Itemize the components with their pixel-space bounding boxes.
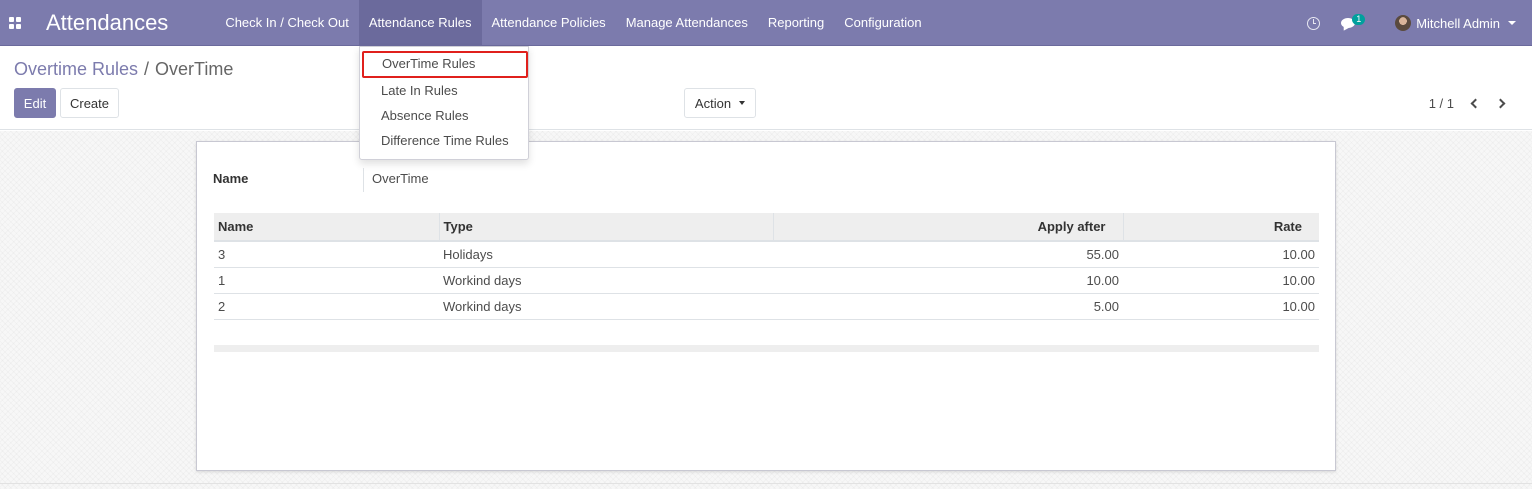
navbar-systray: 1 Mitchell Admin [1307,0,1532,46]
action-label: Action [694,95,732,111]
menu-reporting[interactable]: Reporting [758,0,834,46]
menu-check-in-check-out[interactable]: Check In / Check Out [215,0,359,46]
chevron-left-icon [1470,98,1481,108]
user-name: Mitchell Admin [1416,15,1500,31]
pager-previous-button[interactable] [1466,94,1482,112]
menu-attendance-policies[interactable]: Attendance Policies [482,0,616,46]
dropdown-item-difference-time-rules[interactable]: Difference Time Rules [361,128,527,153]
control-panel: Overtime Rules / OverTime Edit Create Ac… [0,46,1532,130]
cell-apply-after: 5.00 [773,293,1123,320]
cell-name: 2 [214,293,439,320]
form-sheet: Name OverTime Name Type Apply after Rate… [196,141,1336,471]
cell-apply-after: 10.00 [773,267,1123,294]
caret-down-icon [739,101,746,105]
cell-rate: 10.00 [1123,293,1319,320]
apps-icon [9,16,21,29]
table-footer [214,345,1319,352]
cell-name: 3 [214,241,439,268]
breadcrumb-separator: / [144,59,150,79]
table-row[interactable]: 3 Holidays 55.00 10.00 [214,241,1319,268]
cell-type: Holidays [439,241,773,268]
cell-apply-after: 55.00 [773,241,1123,268]
top-navbar: Attendances Check In / Check Out Attenda… [0,0,1532,46]
pager-value: 1 / 1 [1428,96,1454,111]
table-header-row: Name Type Apply after Rate [214,213,1319,241]
app-title: Attendances [46,9,169,35]
table-row[interactable]: 2 Workind days 5.00 10.00 [214,293,1319,320]
menu-configuration[interactable]: Configuration [834,0,931,46]
user-menu[interactable]: Mitchell Admin [1395,15,1516,31]
bottom-divider [0,483,1532,484]
table-row[interactable]: 1 Workind days 10.00 10.00 [214,267,1319,294]
breadcrumb-current: OverTime [155,59,234,79]
cell-rate: 10.00 [1123,267,1319,294]
breadcrumb: Overtime Rules / OverTime [14,59,233,80]
chevron-right-icon [1495,98,1506,108]
breadcrumb-parent-link[interactable]: Overtime Rules [14,59,138,80]
cell-rate: 10.00 [1123,241,1319,268]
name-field-label: Name [213,171,249,186]
cell-type: Workind days [439,267,773,294]
clock-icon[interactable] [1307,16,1321,30]
cell-type: Workind days [439,293,773,320]
apps-menu-button[interactable] [0,0,30,46]
messaging-button[interactable]: 1 [1340,14,1366,32]
attendance-rules-dropdown: OverTime Rules Late In Rules Absence Rul… [359,46,529,160]
menu-manage-attendances[interactable]: Manage Attendances [616,0,758,46]
field-divider [363,168,364,192]
dropdown-item-absence-rules[interactable]: Absence Rules [361,103,527,128]
avatar [1395,15,1412,31]
dropdown-item-overtime-rules[interactable]: OverTime Rules [362,51,528,78]
action-dropdown-button[interactable]: Action [684,88,756,118]
name-field-value: OverTime [372,171,429,186]
column-header-apply-after[interactable]: Apply after [772,213,1123,241]
rules-table: Name Type Apply after Rate 3 Holidays 55… [214,213,1319,320]
cell-name: 1 [214,267,439,294]
pager-next-button[interactable] [1494,94,1510,112]
chat-badge: 1 [1352,14,1366,25]
column-header-name[interactable]: Name [214,213,439,241]
column-header-type[interactable]: Type [438,213,773,241]
column-header-rate[interactable]: Rate [1122,213,1319,241]
menu-attendance-rules[interactable]: Attendance Rules [358,0,482,46]
create-button[interactable]: Create [60,88,119,118]
main-menu: Check In / Check Out Attendance Rules At… [215,0,931,46]
caret-down-icon [1508,21,1516,25]
edit-button[interactable]: Edit [14,88,56,118]
dropdown-item-late-in-rules[interactable]: Late In Rules [361,78,527,103]
